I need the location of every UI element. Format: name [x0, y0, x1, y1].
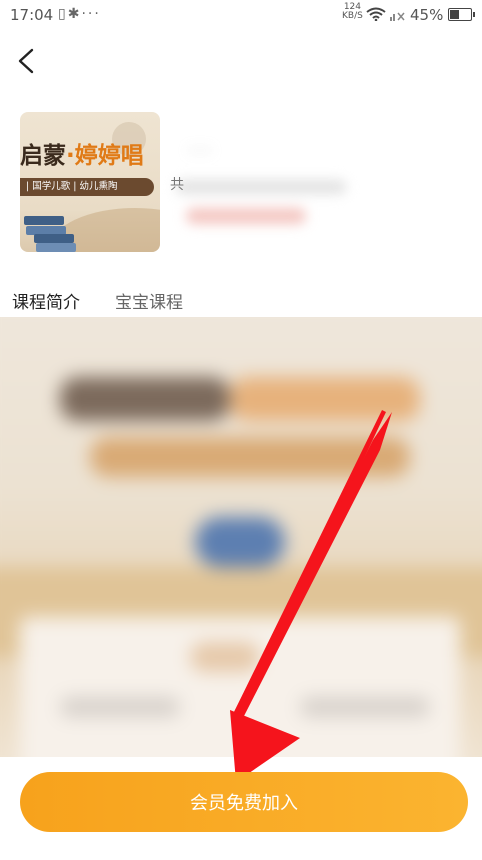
- wifi-icon: [366, 7, 386, 21]
- member-free-join-button[interactable]: 会员免费加入: [20, 772, 468, 832]
- status-bar: 17:04 ▯✱··· 124 KB/S 45%: [0, 0, 482, 30]
- bluetooth-icon: ✱: [67, 6, 82, 22]
- battery-percent: 45%: [410, 6, 444, 24]
- back-button[interactable]: [10, 44, 44, 78]
- thumbnail-title: 启蒙·婷婷唱: [20, 136, 144, 170]
- course-thumbnail[interactable]: 启蒙·婷婷唱 | 国学儿歌 | 幼儿熏陶: [20, 112, 160, 252]
- course-intro-image: [0, 317, 482, 757]
- signal-icon: [390, 12, 405, 21]
- course-info-blurred: …: [176, 118, 456, 252]
- course-title: …: [188, 130, 214, 158]
- vibrate-icon: ▯: [58, 6, 68, 22]
- course-meta: 共: [170, 177, 184, 193]
- chevron-left-icon: [18, 48, 34, 74]
- network-speed: 124 KB/S: [342, 3, 363, 21]
- tab-course-intro[interactable]: 课程简介: [12, 288, 80, 313]
- status-left-icons: ▯✱···: [58, 6, 101, 22]
- thumbnail-tags: | 国学儿歌 | 幼儿熏陶: [20, 178, 154, 196]
- thumbnail-title-dark: 启蒙: [20, 143, 66, 169]
- more-dots-icon: ···: [81, 6, 101, 22]
- battery-icon: [448, 8, 475, 21]
- network-speed-unit: KB/S: [342, 11, 363, 21]
- thumbnail-title-orange: ·婷婷唱: [66, 143, 144, 169]
- tab-baby-course[interactable]: 宝宝课程: [115, 288, 183, 313]
- status-time: 17:04: [10, 6, 54, 24]
